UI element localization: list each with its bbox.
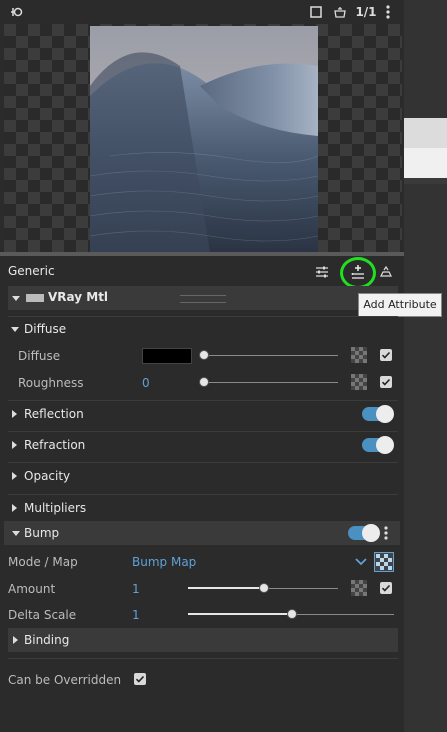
binding-header[interactable]: Binding [8, 628, 398, 652]
group-bump-title: Bump [24, 526, 60, 540]
chevron-right-icon[interactable] [12, 472, 17, 480]
group-binding-title: Binding [24, 633, 70, 647]
material-swatch [26, 294, 44, 302]
roughness-value[interactable]: 0 [142, 376, 150, 390]
drag-handle[interactable] [180, 295, 226, 303]
preview-render-image [90, 26, 318, 252]
group-reflection-title[interactable]: Reflection [24, 407, 84, 421]
can-be-overridden-label: Can be Overridden [8, 673, 122, 687]
preview-resize-handle[interactable] [0, 252, 404, 256]
map-button-icon[interactable] [351, 580, 367, 596]
divider [8, 400, 398, 401]
group-refraction-title[interactable]: Refraction [24, 438, 85, 452]
bump-map-thumbnail[interactable] [374, 552, 394, 572]
roughness-checkbox[interactable] [380, 376, 392, 388]
material-name: VRay Mtl [48, 290, 109, 304]
bump-toggle[interactable] [348, 524, 380, 542]
map-button-icon[interactable] [351, 374, 367, 390]
roughness-slider-knob[interactable] [199, 377, 209, 387]
map-button-icon[interactable] [351, 347, 367, 363]
delta-scale-slider-knob[interactable] [287, 609, 297, 619]
diffuse-checkbox[interactable] [380, 349, 392, 361]
diffuse-slider-knob[interactable] [199, 350, 209, 360]
chevron-down-icon[interactable] [354, 556, 368, 568]
amount-checkbox[interactable] [380, 582, 392, 594]
link-icon[interactable] [8, 4, 24, 20]
delta-scale-value[interactable]: 1 [132, 608, 140, 622]
material-swap-icon[interactable] [378, 264, 394, 280]
amount-slider-knob[interactable] [259, 583, 269, 593]
map-button-icon [376, 554, 392, 570]
chevron-right-icon[interactable] [12, 441, 17, 449]
section-generic-label: Generic [8, 264, 55, 278]
diffuse-slider-track[interactable] [202, 355, 338, 356]
highlight-circle [340, 257, 376, 289]
background-window-strip [404, 118, 447, 148]
amount-label: Amount [8, 582, 56, 596]
amount-value[interactable]: 1 [132, 582, 140, 596]
divider [8, 431, 398, 432]
group-multipliers-title[interactable]: Multipliers [24, 501, 86, 515]
group-diffuse-title[interactable]: Diffuse [24, 322, 66, 336]
can-be-overridden-checkbox[interactable] [134, 673, 146, 685]
settings-sliders-icon[interactable] [314, 264, 330, 280]
delta-scale-slider-fill [188, 613, 290, 615]
divider [8, 658, 398, 659]
chevron-right-icon[interactable] [12, 410, 17, 418]
divider [8, 462, 398, 463]
bump-header[interactable]: Bump [4, 521, 400, 545]
background-window-strip [404, 148, 447, 178]
more-vertical-icon[interactable] [380, 4, 396, 20]
material-header[interactable]: VRay Mtl [8, 286, 398, 310]
amount-slider-fill [188, 587, 262, 589]
group-opacity-title[interactable]: Opacity [24, 469, 70, 483]
divider [8, 316, 398, 317]
diffuse-label: Diffuse [18, 349, 61, 363]
mode-map-label: Mode / Map [8, 555, 78, 569]
roughness-slider-track[interactable] [202, 382, 338, 383]
mode-map-dropdown[interactable]: Bump Map [132, 555, 196, 569]
diffuse-color-swatch[interactable] [142, 348, 192, 364]
square-icon[interactable] [308, 4, 324, 20]
chevron-down-icon[interactable] [11, 327, 19, 332]
roughness-label: Roughness [18, 376, 84, 390]
refraction-toggle[interactable] [362, 436, 394, 454]
background-window-strip [404, 178, 447, 184]
chevron-down-icon [12, 531, 20, 536]
divider [8, 494, 398, 495]
background-window-strip [404, 0, 447, 732]
material-preview [4, 24, 402, 252]
reflection-toggle[interactable] [362, 405, 394, 423]
teapot-icon[interactable] [332, 4, 348, 20]
chevron-down-icon [12, 296, 20, 301]
preview-toolbar: 1/1 [0, 0, 404, 24]
chevron-right-icon[interactable] [12, 504, 17, 512]
delta-scale-label: Delta Scale [8, 608, 77, 622]
aspect-ratio-label[interactable]: 1/1 [354, 4, 378, 20]
more-vertical-icon[interactable] [380, 525, 392, 541]
tooltip: Add Attribute [358, 293, 442, 317]
chevron-right-icon [13, 636, 18, 644]
